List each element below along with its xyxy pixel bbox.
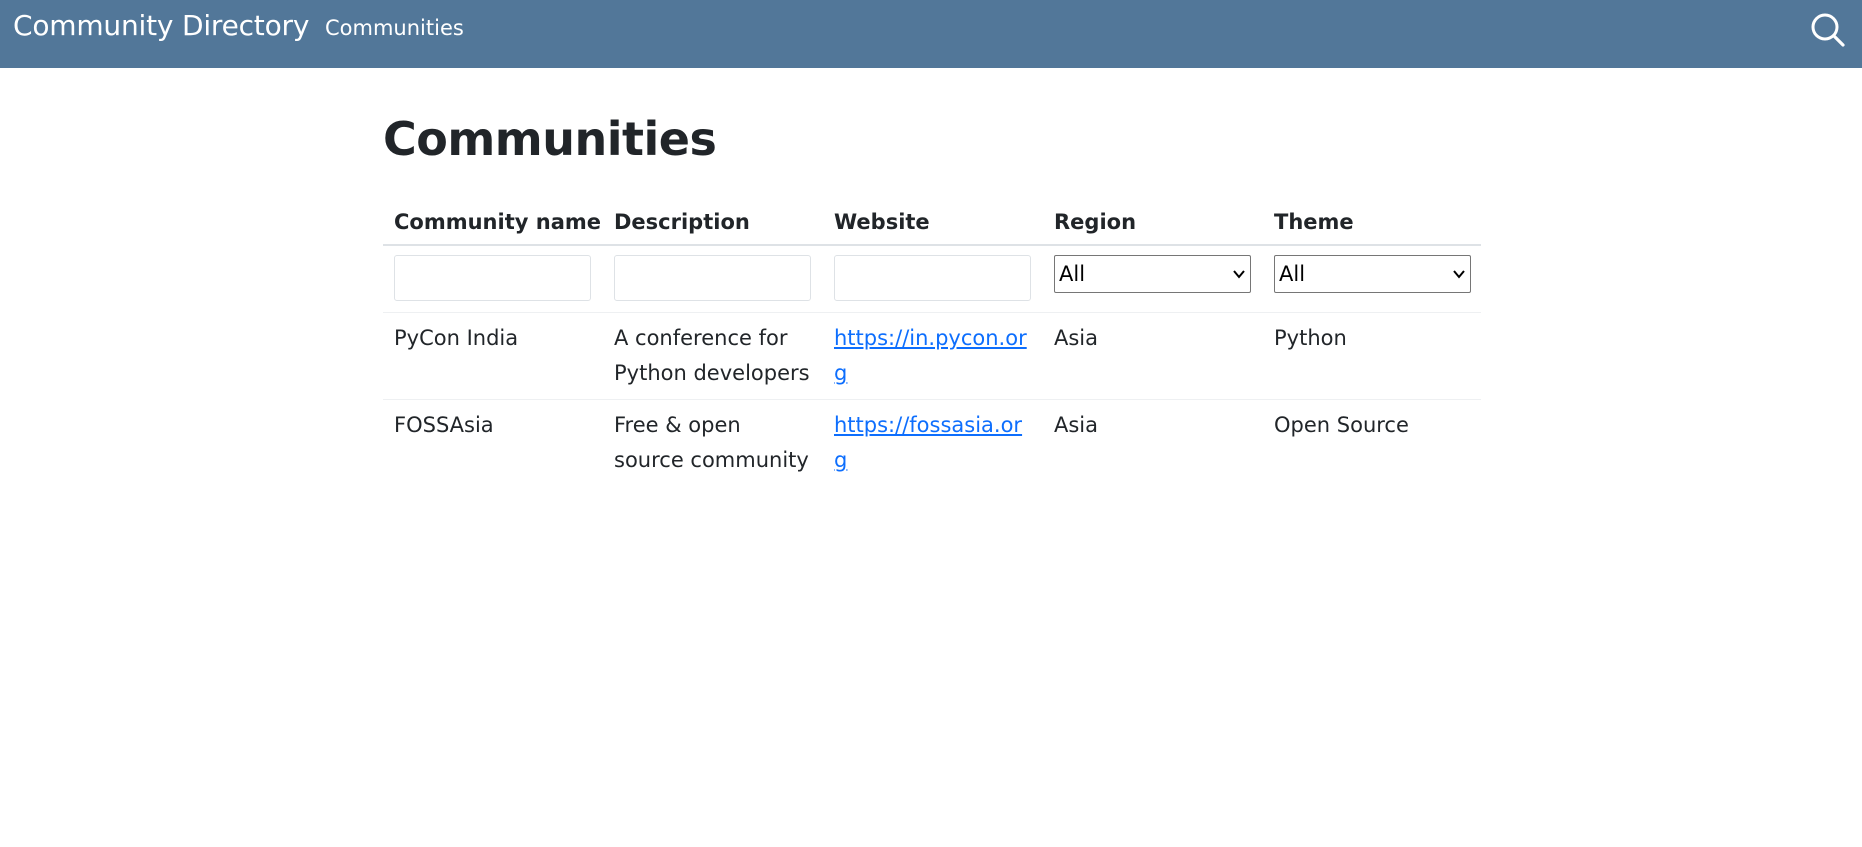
filter-cell-website [823,245,1043,313]
cell-description: Free & open source community [614,413,809,472]
filter-community-name-input[interactable] [394,255,591,301]
filter-theme-value: All [1279,262,1306,286]
website-link[interactable]: https://in.pycon.org [834,326,1027,385]
header-website[interactable]: Website [823,198,1043,246]
communities-table: Community name Description Website Regio… [383,198,1481,486]
cell-region: Asia [1043,312,1263,400]
filter-region-select[interactable]: All [1054,255,1251,293]
header-community-name[interactable]: Community name [383,198,603,246]
cell-website: https://in.pycon.org [823,312,1043,400]
filter-cell-name [383,245,603,313]
filter-website-input[interactable] [834,255,1031,301]
search-icon [1811,13,1845,47]
table-row: PyCon India A conference for Python deve… [383,312,1481,400]
header-theme[interactable]: Theme [1263,198,1481,246]
filter-cell-description [603,245,823,313]
filter-theme-select[interactable]: All [1274,255,1471,293]
table-row: FOSSAsia Free & open source community ht… [383,400,1481,487]
filter-description-input[interactable] [614,255,811,301]
filter-region-value: All [1059,262,1086,286]
nav-link-communities[interactable]: Communities [325,16,464,40]
filter-cell-region: All [1043,245,1263,313]
chevron-down-icon [1453,270,1465,279]
website-link[interactable]: https://fossasia.org [834,413,1022,472]
brand-link[interactable]: Community Directory [13,9,309,42]
search-button[interactable] [1808,10,1848,50]
page-title: Communities [383,112,717,166]
cell-region: Asia [1054,413,1099,437]
cell-community-name: PyCon India [383,312,603,400]
cell-theme: Open Source [1274,413,1409,437]
filter-cell-theme: All [1263,245,1481,313]
cell-description: A conference for Python developers [603,312,823,400]
header-description[interactable]: Description [603,198,823,246]
table-header-row: Community name Description Website Regio… [383,198,1481,246]
filter-row: All All [383,245,1481,313]
cell-website: https://fossasia.org [823,400,1043,487]
cell-theme: Python [1263,312,1481,400]
header-region[interactable]: Region [1043,198,1263,246]
cell-community-name: FOSSAsia [394,413,494,437]
navbar: Community Directory Communities [0,0,1862,68]
chevron-down-icon [1233,270,1245,279]
